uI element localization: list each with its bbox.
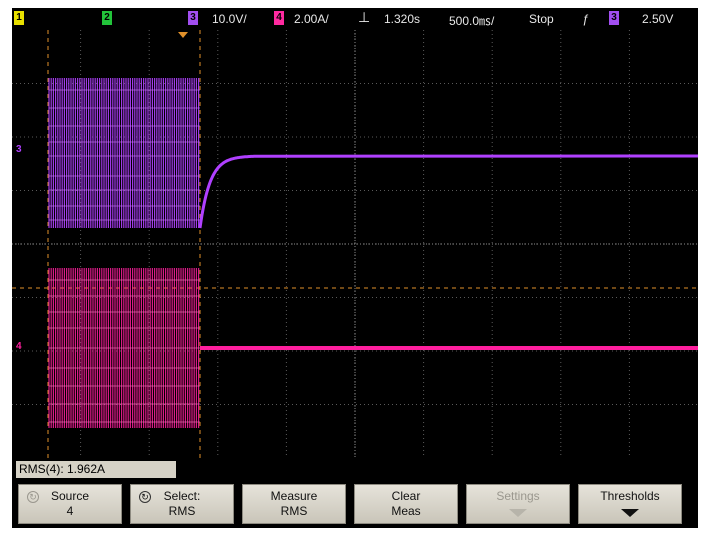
timebase: 500.0㎳/: [449, 14, 495, 28]
settings-softkey-label: Settings: [496, 489, 540, 503]
submenu-arrow-icon: [509, 509, 527, 517]
trigger-delay-icon: ⊥: [358, 9, 371, 25]
status-bar: 1 2 3 10.0V/ 4 2.00A/ ⊥ 1.320s 500.0㎳/ S…: [12, 8, 698, 30]
select-softkey-value: RMS: [168, 504, 196, 518]
clear-softkey-value: Meas: [391, 504, 421, 518]
measurement-strip: RMS(4): 1.962A: [12, 458, 698, 480]
settings-softkey[interactable]: Settings: [466, 484, 570, 524]
waveform-graticule[interactable]: 3 4: [12, 30, 698, 458]
waveform-canvas: 3 4: [12, 30, 698, 458]
measurement-readout: RMS(4): 1.962A: [16, 461, 176, 478]
channel-3-indicator[interactable]: 3: [188, 11, 198, 25]
trigger-edge-icon: ƒ: [582, 12, 589, 26]
channel-3-burst-levels: [49, 89, 200, 221]
thresholds-softkey[interactable]: Thresholds: [578, 484, 682, 524]
submenu-arrow-icon: [621, 509, 639, 517]
clear-softkey-label: Clear: [391, 489, 421, 503]
channel-2-indicator[interactable]: 2: [102, 11, 112, 25]
source-softkey-label: Source: [50, 489, 90, 503]
channel-3-scale: 10.0V/: [212, 12, 247, 26]
channel-3-trace: [198, 154, 698, 229]
run-state: Stop: [529, 12, 554, 26]
select-softkey[interactable]: ↻ Select: RMS: [130, 484, 234, 524]
measure-softkey-value: RMS: [280, 504, 308, 518]
channel-4-ground-marker: 4: [16, 341, 22, 352]
clear-meas-softkey[interactable]: Clear Meas: [354, 484, 458, 524]
trigger-delay: 1.320s: [384, 12, 421, 26]
measure-softkey-label: Measure: [270, 489, 318, 503]
channel-1-indicator[interactable]: 1: [14, 11, 24, 25]
channel-3-ground-marker: 3: [16, 144, 22, 155]
channel-4-indicator[interactable]: 4: [274, 11, 284, 25]
waveform-traces: [48, 78, 698, 428]
select-softkey-label: Select:: [163, 489, 201, 503]
channel-4-scale: 2.00A/: [294, 12, 329, 26]
oscilloscope-display: 1 2 3 10.0V/ 4 2.00A/ ⊥ 1.320s 500.0㎳/ S…: [12, 8, 698, 528]
thresholds-softkey-label: Thresholds: [600, 489, 660, 503]
source-softkey[interactable]: ↻ Source 4: [18, 484, 122, 524]
trigger-position-marker: [178, 32, 188, 38]
trigger-level: 2.50V: [642, 12, 674, 26]
trigger-source-indicator: 3: [609, 11, 619, 25]
source-softkey-value: 4: [66, 504, 74, 518]
softkey-bar: ↻ Source 4 ↻ Select: RMS Measure RMS Cle…: [12, 480, 698, 528]
measure-softkey[interactable]: Measure RMS: [242, 484, 346, 524]
